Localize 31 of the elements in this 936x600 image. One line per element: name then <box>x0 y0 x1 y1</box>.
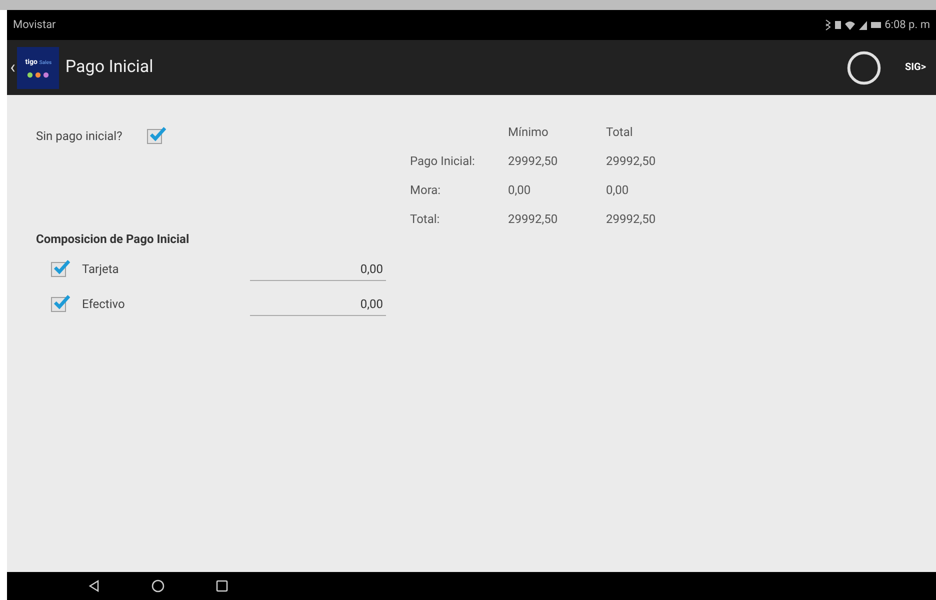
carrier-name: Movistar <box>13 16 56 33</box>
row-label: Total: <box>410 211 441 228</box>
column-header: Mínimo <box>508 124 550 141</box>
screen-title: Pago Inicial <box>65 56 154 79</box>
table-cell-text: 0,00 <box>508 182 532 199</box>
clock: 6:08 p. m <box>884 16 930 33</box>
table-cell-text: 29992,50 <box>508 153 559 170</box>
home-icon[interactable] <box>151 579 165 593</box>
wifi-icon <box>844 19 855 31</box>
field-label: Sin pago inicial? <box>36 128 122 145</box>
dots-icon <box>27 72 50 78</box>
signal-icon <box>858 19 867 31</box>
table-cell-text: 29992,50 <box>508 211 559 228</box>
payment-label: Efectivo <box>82 296 126 313</box>
table-cell-text: 0,00 <box>606 182 630 199</box>
payment-label: Tarjeta <box>82 261 120 278</box>
back-button[interactable]: ‹ <box>10 58 16 76</box>
battery-icon <box>870 19 881 31</box>
next-button[interactable]: SIG> <box>904 60 926 75</box>
section-heading: Composicion de Pago Inicial <box>36 231 190 248</box>
table-cell-text: 29992,50 <box>606 211 657 228</box>
loading-spinner-icon <box>844 48 883 86</box>
amount-field[interactable]: 0,00 <box>250 257 386 281</box>
back-icon[interactable] <box>87 579 101 593</box>
row-label: Pago Inicial: <box>410 153 476 170</box>
row-label: Mora: <box>410 182 442 199</box>
amount-field[interactable]: 0,00 <box>250 292 386 316</box>
bluetooth-icon <box>824 19 831 31</box>
column-header: Total <box>606 124 634 141</box>
table-cell-text: 29992,50 <box>606 153 657 170</box>
recents-icon[interactable] <box>215 579 229 593</box>
